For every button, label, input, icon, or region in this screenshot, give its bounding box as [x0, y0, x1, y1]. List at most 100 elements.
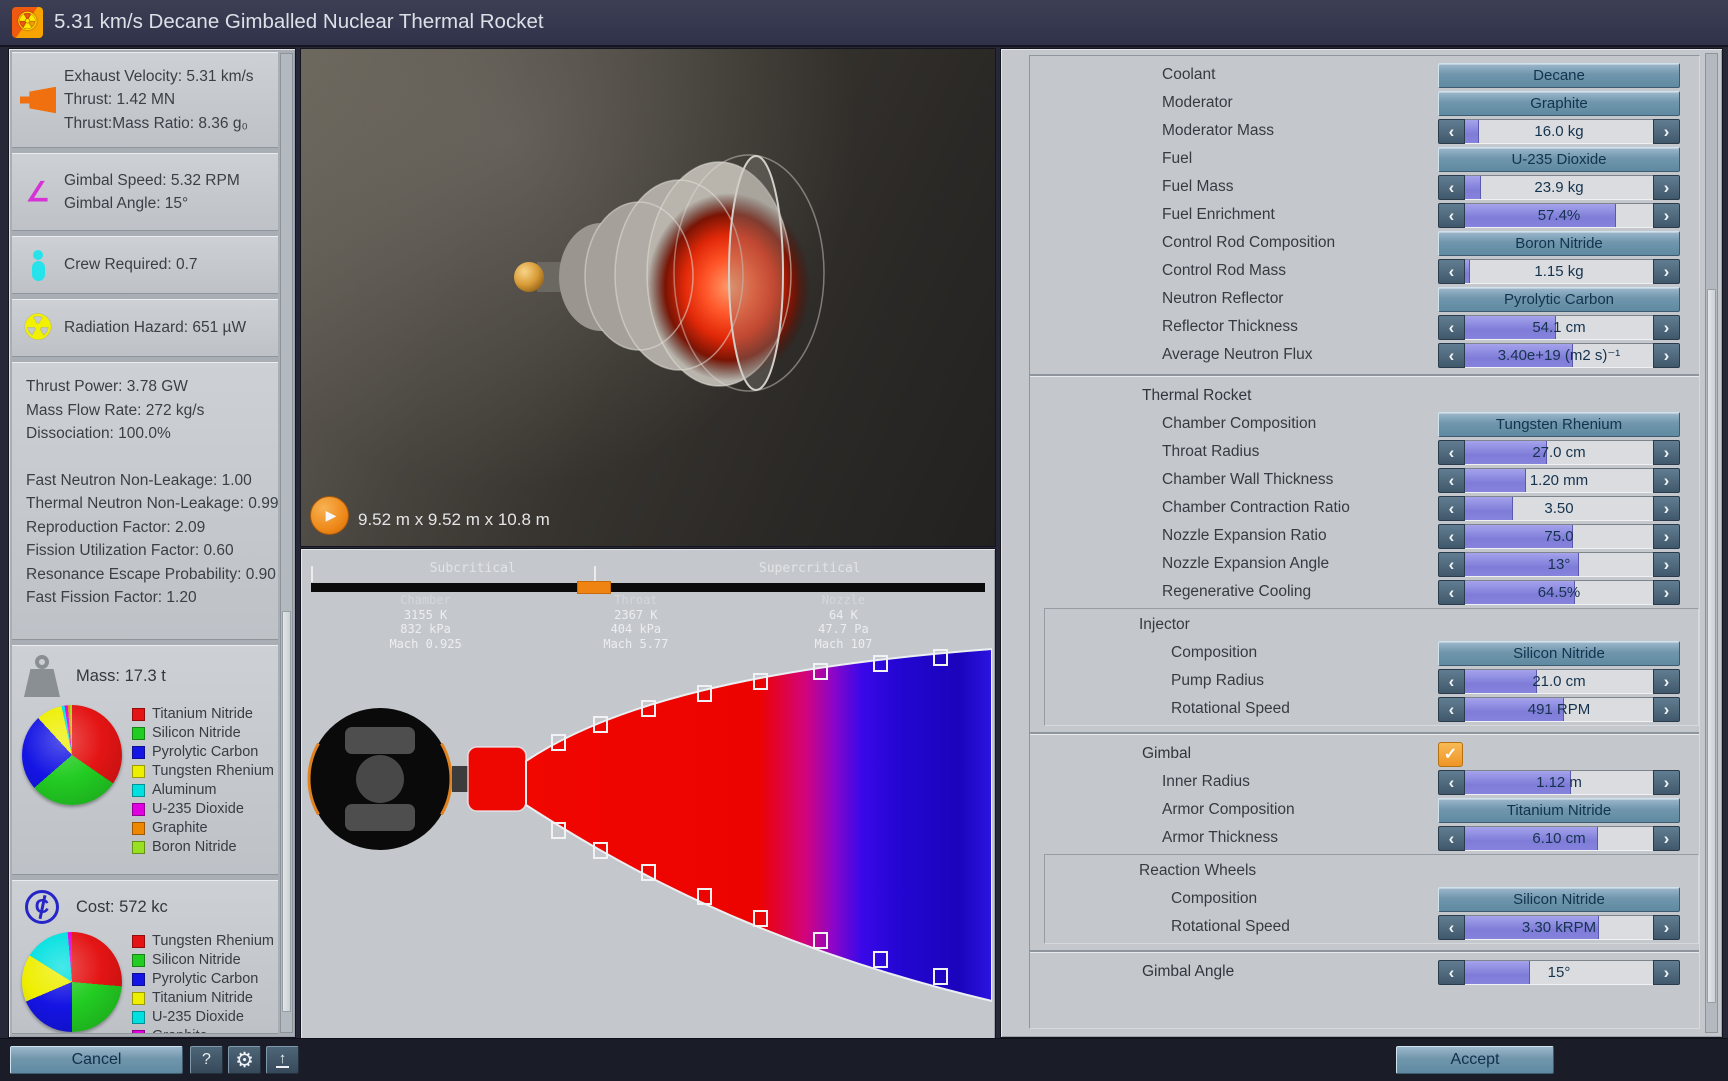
decrease-arrow-icon[interactable]	[1438, 524, 1465, 549]
increase-arrow-icon[interactable]	[1653, 496, 1680, 521]
control-rod-composition-select[interactable]: Boron Nitride	[1438, 231, 1680, 256]
increase-arrow-icon[interactable]	[1653, 960, 1680, 985]
setting-row-control-rod-mass: Control Rod Mass1.15 kg	[1030, 258, 1699, 284]
rotational-speed-slider-track[interactable]: 3.30 kRPM	[1465, 915, 1653, 940]
fuel-mass-slider-track[interactable]: 23.9 kg	[1465, 175, 1653, 200]
coolant-select[interactable]: Decane	[1438, 63, 1680, 88]
moderator-select[interactable]: Graphite	[1438, 91, 1680, 116]
decrease-arrow-icon[interactable]	[1438, 203, 1465, 228]
increase-arrow-icon[interactable]	[1653, 697, 1680, 722]
composition-label: Composition	[1045, 890, 1438, 908]
settings-list: CoolantDecaneModeratorGraphiteModerator …	[1029, 55, 1700, 1029]
cost-pie-chart	[22, 932, 122, 1032]
control-rod-mass-slider-track[interactable]: 1.15 kg	[1465, 259, 1653, 284]
play-button[interactable]	[310, 496, 349, 535]
increase-arrow-icon[interactable]	[1653, 770, 1680, 795]
chamber-composition-select[interactable]: Tungsten Rhenium	[1438, 412, 1680, 437]
increase-arrow-icon[interactable]	[1653, 915, 1680, 940]
composition-select[interactable]: Silicon Nitride	[1438, 641, 1680, 666]
throat-radius-slider-track[interactable]: 27.0 cm	[1465, 440, 1653, 465]
decrease-arrow-icon[interactable]	[1438, 915, 1465, 940]
throat-radius-value: 27.0 cm	[1465, 441, 1653, 464]
scrollbar-thumb[interactable]	[282, 611, 291, 1012]
title-bar: 5.31 km/s Decane Gimballed Nuclear Therm…	[0, 0, 1728, 47]
armor-composition-value: Titanium Nitride	[1507, 802, 1611, 819]
increase-arrow-icon[interactable]	[1653, 826, 1680, 851]
reflector-thickness-slider-track[interactable]: 54.1 cm	[1465, 315, 1653, 340]
cancel-button[interactable]: Cancel	[10, 1046, 183, 1074]
increase-arrow-icon[interactable]	[1653, 315, 1680, 340]
engine-settings-panel: CoolantDecaneModeratorGraphiteModerator …	[1000, 48, 1723, 1038]
decrease-arrow-icon[interactable]	[1438, 315, 1465, 340]
regenerative-cooling-slider-track[interactable]: 64.5%	[1465, 580, 1653, 605]
increase-arrow-icon[interactable]	[1653, 552, 1680, 577]
increase-arrow-icon[interactable]	[1653, 343, 1680, 368]
pump-radius-slider-track[interactable]: 21.0 cm	[1465, 669, 1653, 694]
gear-icon	[235, 1048, 254, 1073]
chamber-contraction-ratio-slider-track[interactable]: 3.50	[1465, 496, 1653, 521]
increase-arrow-icon[interactable]	[1653, 669, 1680, 694]
radiation-hazard-icon	[12, 308, 64, 348]
armor-thickness-slider-track[interactable]: 6.10 cm	[1465, 826, 1653, 851]
stat-line: Dissociation: 100.0%	[26, 422, 278, 446]
decrease-arrow-icon[interactable]	[1438, 343, 1465, 368]
stat-line: Gimbal Angle: 15°	[64, 192, 240, 216]
fuel-enrichment-slider-track[interactable]: 57.4%	[1465, 203, 1653, 228]
scrollbar-thumb[interactable]	[1707, 289, 1716, 1003]
neutron-reflector-select[interactable]: Pyrolytic Carbon	[1438, 287, 1680, 312]
gimbal-angle-slider-track[interactable]: 15°	[1465, 960, 1653, 985]
criticality-gauge: Subcritical Supercritical	[311, 555, 985, 597]
increase-arrow-icon[interactable]	[1653, 119, 1680, 144]
decrease-arrow-icon[interactable]	[1438, 669, 1465, 694]
nozzle-expansion-ratio-slider-track[interactable]: 75.0	[1465, 524, 1653, 549]
decrease-arrow-icon[interactable]	[1438, 697, 1465, 722]
decrease-arrow-icon[interactable]	[1438, 496, 1465, 521]
stat-line: Thrust Power: 3.78 GW	[26, 375, 278, 399]
left-panel-scrollbar[interactable]	[280, 53, 293, 1033]
decrease-arrow-icon[interactable]	[1438, 580, 1465, 605]
subcritical-label: Subcritical	[430, 561, 516, 576]
group-header-label: Gimbal	[1030, 745, 1438, 763]
engine-3d-viewport[interactable]: 9.52 m x 9.52 m x 10.8 m	[300, 48, 996, 547]
decrease-arrow-icon[interactable]	[1438, 119, 1465, 144]
increase-arrow-icon[interactable]	[1653, 175, 1680, 200]
legend-item: Pyrolytic Carbon	[132, 970, 274, 989]
gimbal-enabled-checkbox[interactable]	[1438, 742, 1463, 767]
decrease-arrow-icon[interactable]	[1438, 259, 1465, 284]
settings-button[interactable]	[228, 1046, 261, 1074]
chamber-wall-thickness-slider-track[interactable]: 1.20 mm	[1465, 468, 1653, 493]
inner-radius-slider-track[interactable]: 1.12 m	[1465, 770, 1653, 795]
stat-line: Fast Fission Factor: 1.20	[26, 586, 278, 610]
increase-arrow-icon[interactable]	[1653, 440, 1680, 465]
increase-arrow-icon[interactable]	[1653, 468, 1680, 493]
fuel-select[interactable]: U-235 Dioxide	[1438, 147, 1680, 172]
decrease-arrow-icon[interactable]	[1438, 175, 1465, 200]
rotational-speed-slider-track[interactable]: 491 RPM	[1465, 697, 1653, 722]
subsection-injector: InjectorCompositionSilicon NitridePump R…	[1044, 608, 1699, 726]
nozzle-expansion-angle-slider-track[interactable]: 13°	[1465, 552, 1653, 577]
decrease-arrow-icon[interactable]	[1438, 960, 1465, 985]
setting-row-gimbal-angle: Gimbal Angle15°	[1030, 959, 1699, 985]
help-button[interactable]: ?	[190, 1046, 223, 1074]
decrease-arrow-icon[interactable]	[1438, 440, 1465, 465]
average-neutron-flux-slider-track[interactable]: 3.40e+19 (m2 s)⁻¹	[1465, 343, 1653, 368]
decrease-arrow-icon[interactable]	[1438, 552, 1465, 577]
decrease-arrow-icon[interactable]	[1438, 770, 1465, 795]
accept-button[interactable]: Accept	[1396, 1046, 1554, 1074]
criticality-track[interactable]	[311, 583, 985, 592]
decrease-arrow-icon[interactable]	[1438, 826, 1465, 851]
armor-composition-select[interactable]: Titanium Nitride	[1438, 798, 1680, 823]
increase-arrow-icon[interactable]	[1653, 203, 1680, 228]
moderator-mass-slider-track[interactable]: 16.0 kg	[1465, 119, 1653, 144]
increase-arrow-icon[interactable]	[1653, 524, 1680, 549]
decrease-arrow-icon[interactable]	[1438, 468, 1465, 493]
chamber-contraction-ratio-value: 3.50	[1465, 497, 1653, 520]
composition-select[interactable]: Silicon Nitride	[1438, 887, 1680, 912]
export-button[interactable]: ↑	[266, 1046, 299, 1074]
settings-scrollbar[interactable]	[1705, 53, 1718, 1033]
supercritical-label: Supercritical	[759, 561, 861, 576]
setting-row-nozzle-expansion-ratio: Nozzle Expansion Ratio75.0	[1030, 523, 1699, 549]
increase-arrow-icon[interactable]	[1653, 580, 1680, 605]
setting-row-chamber-wall-thickness: Chamber Wall Thickness1.20 mm	[1030, 467, 1699, 493]
increase-arrow-icon[interactable]	[1653, 259, 1680, 284]
